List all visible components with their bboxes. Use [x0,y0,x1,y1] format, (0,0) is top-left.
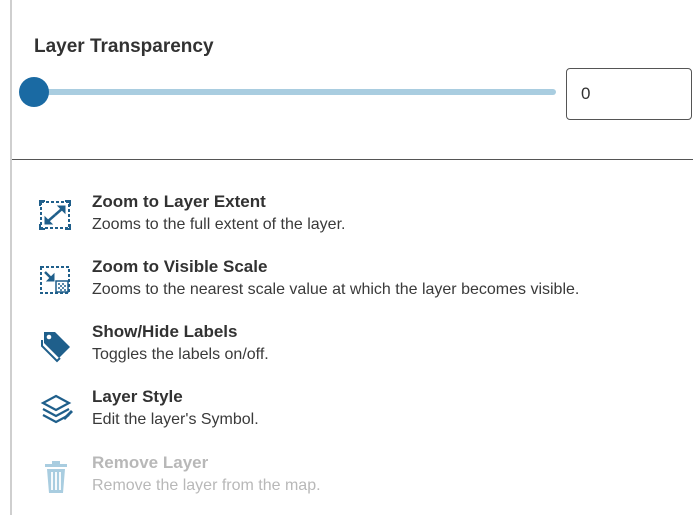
transparency-value-input[interactable] [566,68,692,120]
zoom-scale-icon [36,263,76,299]
transparency-slider-track[interactable] [36,89,556,95]
action-description: Edit the layer's Symbol. [92,411,259,428]
zoom-to-visible-scale-action[interactable]: Zoom to Visible Scale Zooms to the neare… [36,257,693,313]
show-hide-labels-action[interactable]: Show/Hide Labels Toggles the labels on/o… [36,322,693,378]
action-label: Remove Layer [92,453,209,472]
layers-icon [36,393,76,429]
action-label: Layer Style [92,387,183,406]
trash-icon [36,459,76,495]
zoom-extent-icon [36,198,76,234]
action-description: Remove the layer from the map. [92,477,321,494]
action-description: Toggles the labels on/off. [92,346,269,363]
action-description: Zooms to the full extent of the layer. [92,216,346,233]
section-divider [12,159,693,160]
tag-icon [36,328,76,364]
action-label: Zoom to Visible Scale [92,257,268,276]
transparency-title: Layer Transparency [34,36,214,57]
action-label: Show/Hide Labels [92,322,238,341]
transparency-slider-thumb[interactable] [19,77,49,107]
layer-style-action[interactable]: Layer Style Edit the layer's Symbol. [36,387,693,443]
layer-options-panel: Layer Transparency 0 Zoom to Layer Exten… [10,0,693,515]
action-label: Zoom to Layer Extent [92,192,266,211]
remove-layer-action[interactable]: Remove Layer Remove the layer from the m… [36,453,693,509]
zoom-to-layer-extent-action[interactable]: Zoom to Layer Extent Zooms to the full e… [36,192,693,248]
action-description: Zooms to the nearest scale value at whic… [92,281,580,298]
